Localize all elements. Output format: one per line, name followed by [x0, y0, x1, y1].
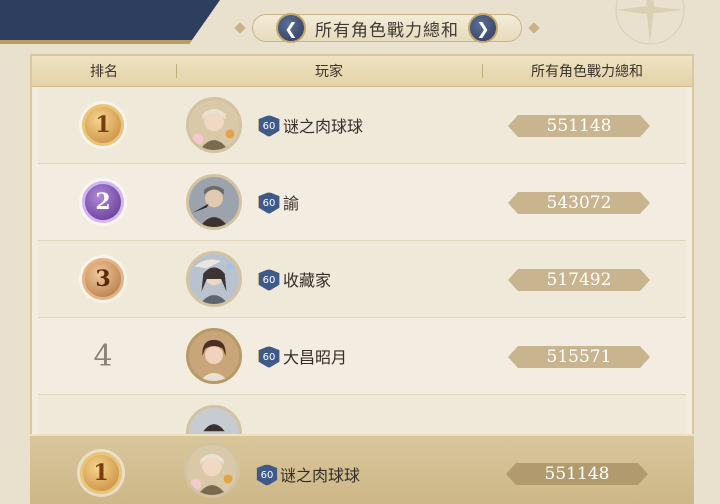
level-badge: 60 [258, 115, 280, 137]
player-name: 收藏家 [283, 271, 332, 290]
power-value: 515571 [508, 346, 650, 368]
chevron-right-icon: ❯ [476, 18, 490, 38]
avatar-portrait-icon [192, 185, 229, 227]
rank-cell: 3 [78, 254, 128, 304]
ranking-row[interactable]: 2 60 諭 543072 [38, 164, 686, 241]
rank-cell: 1 [78, 100, 128, 150]
top-decorative-band [0, 0, 220, 44]
ornament-right-icon [528, 22, 540, 34]
rank-number: 4 [93, 338, 113, 374]
rank-cell: 1 [76, 448, 126, 498]
header-player: 玩家 [315, 64, 343, 80]
player-name: 大昌昭月 [283, 348, 348, 367]
power-value: 517492 [508, 269, 650, 291]
header-power: 所有角色戰力總和 [531, 64, 643, 80]
compass-decoration-icon [615, 0, 685, 45]
rank-medal-purple-icon: 2 [82, 181, 124, 223]
ranking-row[interactable]: 3 60 收藏家 517492 [38, 241, 686, 318]
level-badge: 60 [258, 192, 280, 214]
ranking-row[interactable]: 1 60 谜之肉球球 551148 [38, 87, 686, 164]
power-value: 551148 [508, 115, 650, 137]
avatar-portrait-icon [194, 259, 234, 304]
avatar[interactable] [186, 174, 242, 230]
header-divider [482, 64, 483, 78]
title-bar: ❮ 所有角色戰力總和 ❯ [232, 10, 542, 46]
avatar[interactable] [186, 251, 242, 307]
rank-medal-gold-icon: 1 [80, 452, 122, 494]
rank-medal-bronze-icon: 3 [82, 258, 124, 300]
level-badge: 60 [258, 269, 280, 291]
ornament-left-icon [234, 22, 246, 34]
my-ranking-bar[interactable]: 1 60 谜之肉球球 551148 [30, 434, 694, 504]
avatar[interactable] [186, 328, 242, 384]
next-category-button[interactable]: ❯ [468, 13, 498, 43]
avatar[interactable] [186, 97, 242, 153]
table-header: 排名 玩家 所有角色戰力總和 [32, 56, 692, 87]
rank-cell: 2 [78, 177, 128, 227]
player-name: 谜之肉球球 [283, 117, 364, 136]
level-badge: 60 [256, 464, 278, 486]
rank-cell: 4 [78, 331, 128, 381]
page-title: 所有角色戰力總和 [315, 20, 459, 41]
player-name: 諭 [283, 194, 300, 213]
header-rank: 排名 [90, 64, 118, 80]
ranking-row[interactable]: 4 60 大昌昭月 515571 [38, 318, 686, 395]
power-value: 543072 [508, 192, 650, 214]
header-divider [176, 64, 177, 78]
power-value: 551148 [506, 463, 648, 485]
rank-medal-gold-icon: 1 [82, 104, 124, 146]
avatar-portrait-icon [190, 453, 233, 495]
avatar-portrait-icon [192, 108, 235, 150]
avatar-portrait-icon [199, 339, 229, 381]
level-badge: 60 [258, 346, 280, 368]
player-name: 谜之肉球球 [280, 466, 361, 485]
ranking-list[interactable]: 1 60 谜之肉球球 551148 2 60 諭 543072 3 60 收藏家… [38, 87, 686, 472]
avatar[interactable] [184, 442, 240, 498]
